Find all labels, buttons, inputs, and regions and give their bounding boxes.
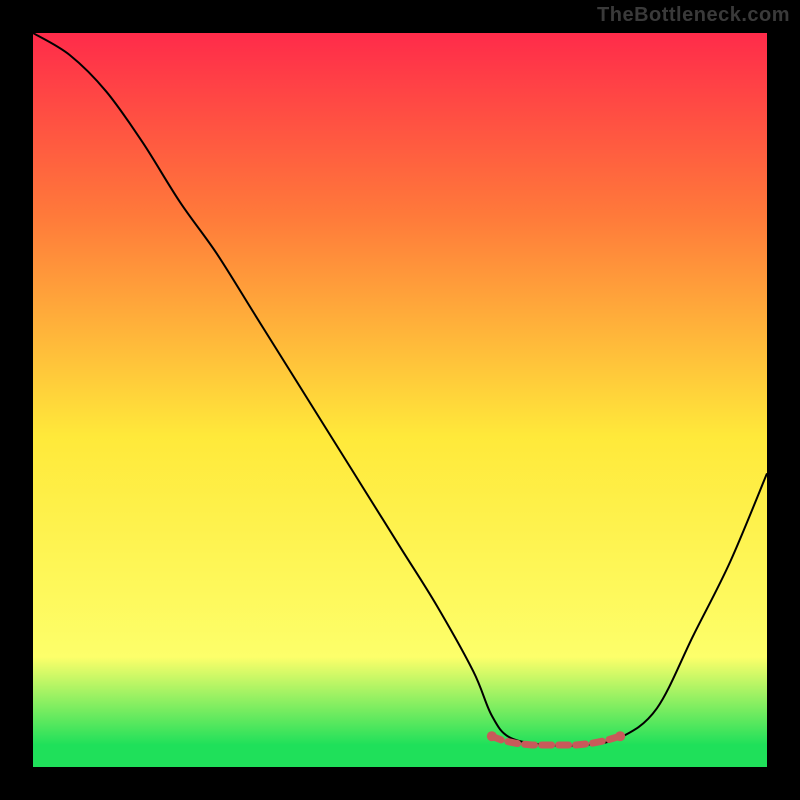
sweet-spot-endpoint bbox=[615, 731, 625, 741]
chart-frame: TheBottleneck.com bbox=[0, 0, 800, 800]
watermark-text: TheBottleneck.com bbox=[597, 4, 790, 27]
sweet-spot-endpoint bbox=[487, 731, 497, 741]
chart-svg bbox=[33, 33, 767, 767]
plot-area bbox=[33, 33, 767, 767]
